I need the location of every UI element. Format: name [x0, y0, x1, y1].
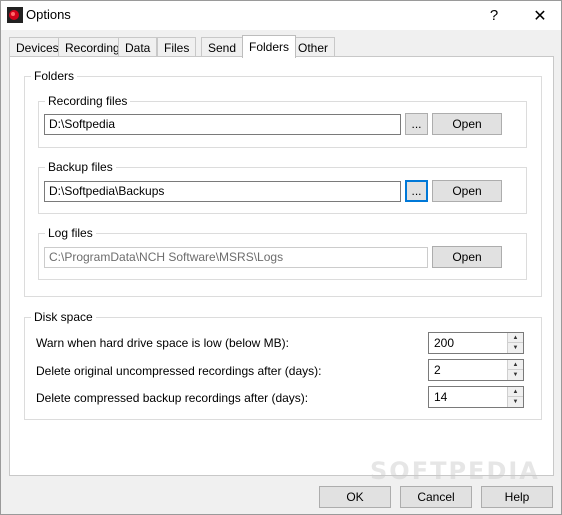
log-files-group: Log files C:\ProgramData\NCH Software\MS…	[38, 226, 527, 280]
title-bar[interactable]: Options ? ✕	[1, 1, 561, 30]
log-open-button[interactable]: Open	[432, 246, 502, 268]
recording-browse-button[interactable]: ...	[405, 113, 428, 135]
tab-data[interactable]: Data	[118, 37, 158, 57]
delete-compressed-spinner[interactable]: 14 ▲ ▼	[428, 386, 524, 408]
delete-uncompressed-value[interactable]: 2	[434, 363, 441, 377]
spin-up-arrow-icon[interactable]: ▲	[508, 360, 523, 370]
backup-browse-button[interactable]: ...	[405, 180, 428, 202]
delete-compressed-label: Delete compressed backup recordings afte…	[36, 391, 309, 405]
warn-low-space-label: Warn when hard drive space is low (below…	[36, 336, 289, 350]
disk-space-group-label: Disk space	[31, 310, 96, 324]
folders-group-label: Folders	[31, 69, 78, 83]
help-titlebar-button[interactable]: ?	[471, 1, 517, 30]
help-button[interactable]: Help	[481, 486, 553, 508]
spin-down-arrow-icon[interactable]: ▼	[508, 343, 523, 353]
backup-files-label: Backup files	[45, 160, 116, 174]
softpedia-watermark: SOFTPEDIA	[370, 457, 540, 485]
ok-button[interactable]: OK	[319, 486, 391, 508]
disk-space-group: Disk space Warn when hard drive space is…	[24, 310, 542, 420]
app-record-icon	[7, 7, 23, 23]
log-files-label: Log files	[45, 226, 96, 240]
backup-path-input[interactable]: D:\Softpedia\Backups	[44, 181, 401, 202]
folders-tab-panel: Folders Recording files D:\Softpedia ...…	[9, 56, 554, 485]
delete-compressed-value[interactable]: 14	[434, 390, 447, 404]
recording-files-group: Recording files D:\Softpedia ... Open	[38, 94, 527, 148]
folders-group: Folders Recording files D:\Softpedia ...…	[24, 69, 542, 297]
question-mark-icon: ?	[489, 7, 499, 24]
spin-up-arrow-icon[interactable]: ▲	[508, 333, 523, 343]
spin-down-arrow-icon[interactable]: ▼	[508, 397, 523, 407]
options-dialog: Options ? ✕ Devices Recording Data Files…	[0, 0, 562, 515]
warn-low-space-spinner[interactable]: 200 ▲ ▼	[428, 332, 524, 354]
close-button[interactable]: ✕	[517, 1, 562, 30]
close-icon: ✕	[533, 7, 547, 25]
tab-other[interactable]: Other	[291, 37, 336, 57]
spin-up-arrow-icon[interactable]: ▲	[508, 387, 523, 397]
recording-path-input[interactable]: D:\Softpedia	[44, 114, 401, 135]
tab-strip: Devices Recording Data Files Send Folder…	[9, 35, 549, 58]
warn-low-space-value[interactable]: 200	[434, 336, 454, 350]
tab-recording[interactable]: Recording	[58, 37, 127, 57]
tab-send[interactable]: Send	[201, 37, 244, 57]
recording-open-button[interactable]: Open	[432, 113, 502, 135]
cancel-button[interactable]: Cancel	[400, 486, 472, 508]
backup-files-group: Backup files D:\Softpedia\Backups ... Op…	[38, 160, 527, 214]
backup-open-button[interactable]: Open	[432, 180, 502, 202]
delete-uncompressed-label: Delete original uncompressed recordings …	[36, 364, 322, 378]
spin-down-arrow-icon[interactable]: ▼	[508, 370, 523, 380]
tab-folders[interactable]: Folders	[242, 35, 297, 58]
tab-files[interactable]: Files	[157, 37, 197, 57]
log-path-input: C:\ProgramData\NCH Software\MSRS\Logs	[44, 247, 428, 268]
recording-files-label: Recording files	[45, 94, 131, 108]
window-title: Options	[26, 7, 71, 22]
delete-uncompressed-spinner[interactable]: 2 ▲ ▼	[428, 359, 524, 381]
